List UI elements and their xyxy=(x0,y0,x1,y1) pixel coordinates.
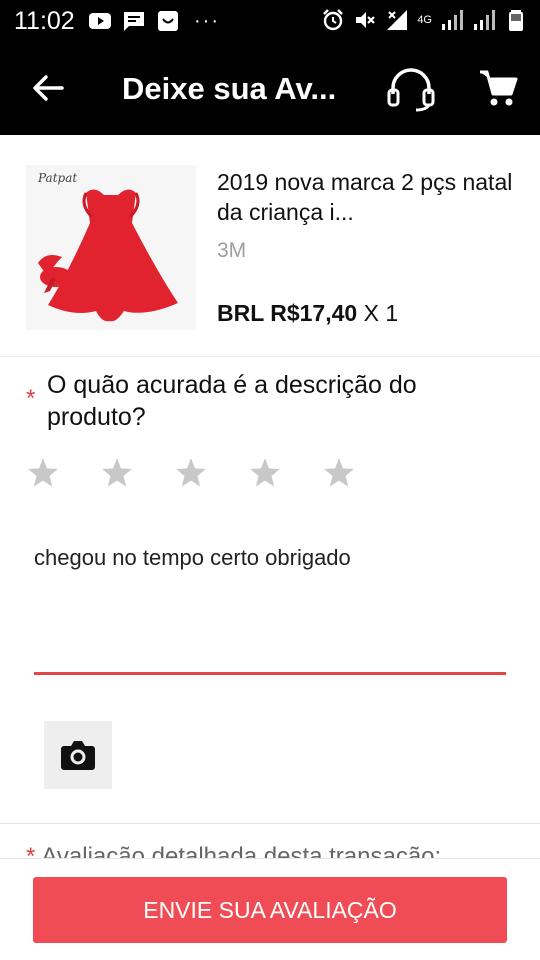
page-title: Deixe sua Av... xyxy=(122,71,337,106)
alarm-icon xyxy=(323,9,344,31)
star-3-icon[interactable] xyxy=(174,456,208,490)
back-arrow-icon[interactable] xyxy=(30,70,66,106)
notification-icons: ··· xyxy=(88,9,220,33)
chat-icon xyxy=(124,12,144,31)
product-price: BRL R$17,40 xyxy=(217,300,358,326)
camera-icon xyxy=(61,741,95,770)
add-photo-button[interactable] xyxy=(44,721,112,789)
cart-icon[interactable] xyxy=(478,68,518,108)
mute-icon xyxy=(356,12,376,28)
more-notifications-icon: ··· xyxy=(194,10,220,32)
product-summary: Patpat 2019 nova marca 2 pçs natal da cr… xyxy=(0,135,540,357)
submit-review-button[interactable]: ENVIE SUA AVALIAÇÃO xyxy=(33,877,507,943)
red-dress-image xyxy=(38,189,178,322)
review-text-field[interactable]: chegou no tempo certo obrigado xyxy=(34,545,506,675)
star-1-icon[interactable] xyxy=(26,456,60,490)
status-time: 11:02 xyxy=(14,7,75,35)
question-text: O quão acurada é a descrição do produto? xyxy=(47,371,417,431)
star-5-icon[interactable] xyxy=(322,456,356,490)
battery-icon xyxy=(509,10,523,31)
product-name[interactable]: 2019 nova marca 2 pçs natal da criança i… xyxy=(217,167,517,227)
app-bar: Deixe sua Av... xyxy=(0,44,540,135)
star-4-icon[interactable] xyxy=(248,456,282,490)
star-rating xyxy=(26,456,356,490)
status-bar: 11:02 ··· 4G xyxy=(0,0,540,44)
product-image-brand: Patpat xyxy=(38,171,78,185)
section-divider xyxy=(0,823,540,824)
product-quantity: X 1 xyxy=(363,300,399,326)
signal-strength-2-icon xyxy=(474,10,495,30)
youtube-icon xyxy=(89,13,111,29)
headset-support-icon[interactable] xyxy=(386,66,436,112)
review-text-value: chegou no tempo certo obrigado xyxy=(34,545,351,570)
network-type-label: 4G xyxy=(417,13,432,26)
product-price-line: BRL R$17,40 X 1 xyxy=(217,300,398,327)
product-image: Patpat xyxy=(26,165,196,330)
product-variant: 3M xyxy=(217,239,247,262)
system-icons: 4G xyxy=(321,8,528,32)
required-marker: * xyxy=(26,385,36,412)
star-2-icon[interactable] xyxy=(100,456,134,490)
signal-strength-icon xyxy=(442,10,463,30)
signal-x-icon xyxy=(387,10,408,30)
bottom-action-bar: ENVIE SUA AVALIAÇÃO xyxy=(0,858,540,960)
store-icon xyxy=(158,11,178,31)
